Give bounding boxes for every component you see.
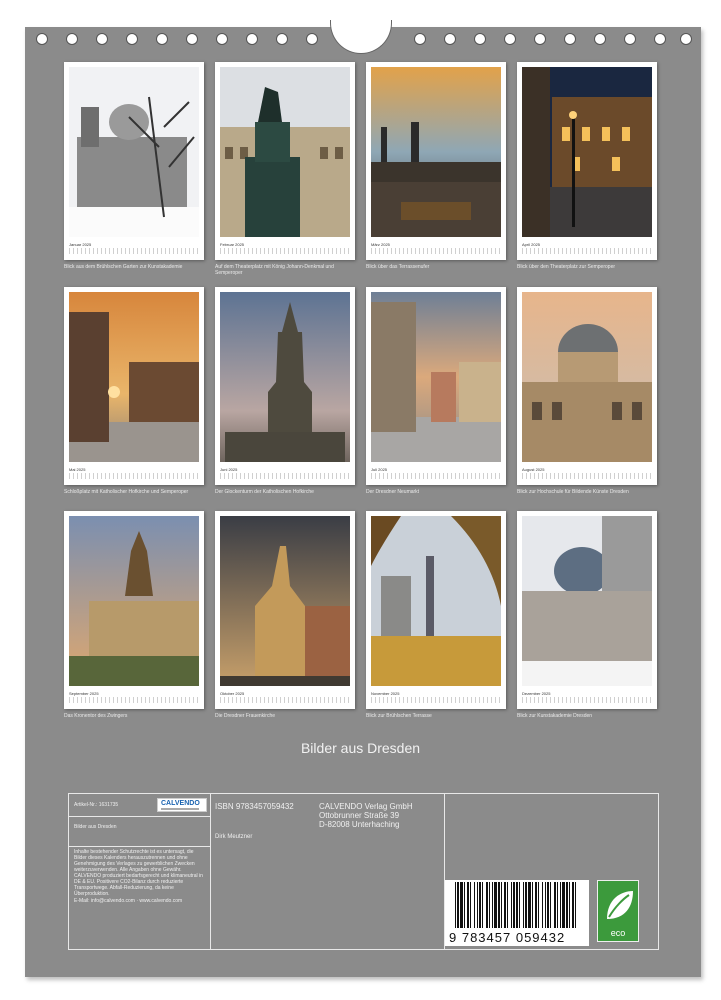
month-card-juli: Juli 2025 [366, 287, 506, 485]
binding-hole [444, 33, 456, 45]
day-grid [69, 473, 199, 479]
day-grid [522, 697, 652, 703]
photo-juli [371, 292, 501, 462]
day-grid [371, 697, 501, 703]
day-grid [220, 473, 350, 479]
month-card-november: November 2025 [366, 511, 506, 709]
month-label: November 2025 [371, 691, 400, 696]
month-card-februar: Februar 2025 [215, 62, 355, 260]
binding-hole [474, 33, 486, 45]
binding-hole [654, 33, 666, 45]
barcode-number: 9 783457 059432 [449, 930, 566, 945]
month-card-august: August 2025 [517, 287, 657, 485]
calvendo-logo: CALVENDO [157, 798, 207, 812]
day-grid [371, 248, 501, 254]
caption: Schloßplatz mit Katholischer Hofkirche u… [64, 489, 189, 495]
leaf-icon [607, 891, 633, 919]
binding-hole [564, 33, 576, 45]
day-grid [371, 473, 501, 479]
caption: Der Dresdner Neumarkt [366, 489, 420, 495]
caption: Blick zur Kunstakademie Dresden [517, 713, 593, 719]
binding-hole [156, 33, 168, 45]
photo-august [522, 292, 652, 462]
photo-september [69, 516, 199, 686]
contact-text: E-Mail: info@calvendo.com · www.calvendo… [74, 898, 183, 904]
publisher-line-3: D-82008 Unterhaching [319, 820, 400, 829]
photo-februar [220, 67, 350, 237]
binding-hole [126, 33, 138, 45]
binding-hole [624, 33, 636, 45]
caption: Das Kronentor des Zwingers [64, 713, 128, 719]
binding-hole [276, 33, 288, 45]
day-grid [220, 248, 350, 254]
legal-text: Inhalte bestehender Schutzrechte ist es … [74, 849, 203, 897]
publisher-line-1: CALVENDO Verlag GmbH [319, 802, 413, 811]
caption: Die Dresdner Frauenkirche [215, 713, 276, 719]
publisher-line-2: Ottobrunner Straße 39 [319, 811, 400, 820]
author: Dirk Meutzner [215, 834, 253, 840]
month-label: Februar 2025 [220, 242, 245, 247]
month-label: September 2025 [69, 691, 99, 696]
binding-hole [534, 33, 546, 45]
photo-januar [69, 67, 199, 237]
month-label: Dezember 2025 [522, 691, 551, 696]
day-grid [522, 473, 652, 479]
month-card-januar: Januar 2025 [64, 62, 204, 260]
month-label: März 2025 [371, 242, 390, 247]
day-grid [522, 248, 652, 254]
month-label: Juni 2025 [220, 467, 238, 472]
photo-juni [220, 292, 350, 462]
binding-hole [306, 33, 318, 45]
eco-label: eco [597, 880, 639, 942]
binding-hole [216, 33, 228, 45]
caption: Blick über den Theaterplatz zur Semperop… [517, 264, 616, 270]
month-label: Mai 2025 [69, 467, 86, 472]
binding-hole [504, 33, 516, 45]
caption: Blick aus dem Brühlschen Garten zur Kuns… [64, 264, 183, 270]
barcode: 9 783457 059432 [445, 880, 589, 946]
photo-april [522, 67, 652, 237]
photo-maerz [371, 67, 501, 237]
month-card-april: April 2025 [517, 62, 657, 260]
isbn: ISBN 9783457059432 [215, 802, 294, 811]
photo-mai [69, 292, 199, 462]
binding-hole [414, 33, 426, 45]
month-label: Juli 2025 [371, 467, 388, 472]
photo-oktober [220, 516, 350, 686]
day-grid [220, 697, 350, 703]
caption: Auf dem Theaterplatz mit König Johann-De… [215, 264, 334, 276]
month-card-dezember: Dezember 2025 [517, 511, 657, 709]
month-card-maerz: März 2025 [366, 62, 506, 260]
product-info-panel: Artikel-Nr.: 1631735 CALVENDO Bilder aus… [68, 793, 659, 950]
article-number: Artikel-Nr.: 1631735 [74, 802, 119, 808]
binding-hole [186, 33, 198, 45]
day-grid [69, 697, 199, 703]
month-card-oktober: Oktober 2025 [215, 511, 355, 709]
photo-november [371, 516, 501, 686]
binding-hole [36, 33, 48, 45]
month-label: April 2025 [522, 242, 541, 247]
month-label: August 2025 [522, 467, 545, 472]
binding-hole [594, 33, 606, 45]
month-card-juni: Juni 2025 [215, 287, 355, 485]
month-label: Januar 2025 [69, 242, 92, 247]
month-label: Oktober 2025 [220, 691, 245, 696]
caption: Blick zur Brühlschen Terrasse [366, 713, 432, 719]
caption: Blick zur Hochschule für Bildende Künste… [517, 489, 629, 495]
calendar-title: Bilder aus Dresden [300, 740, 421, 756]
month-card-september: September 2025 [64, 511, 204, 709]
binding-hole [96, 33, 108, 45]
caption: Blick über das Terrassenufer [366, 264, 430, 270]
binding-hole [680, 33, 692, 45]
photo-dezember [522, 516, 652, 686]
binding-hole [246, 33, 258, 45]
day-grid [69, 248, 199, 254]
binding-hole [66, 33, 78, 45]
calendar-name: Bilder aus Dresden [74, 824, 117, 830]
month-card-mai: Mai 2025 [64, 287, 204, 485]
caption: Der Glockenturm der Katholischen Hofkirc… [215, 489, 314, 495]
